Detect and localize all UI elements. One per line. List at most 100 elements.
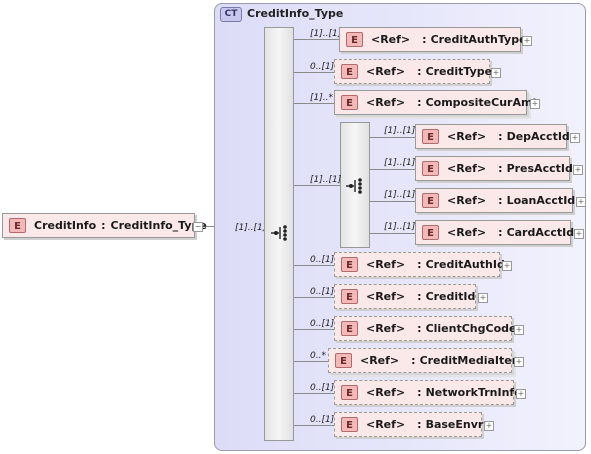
child-cardinality: [1]..*: [310, 93, 333, 103]
ref-label: <Ref>: [366, 65, 406, 78]
ref-label: <Ref>: [366, 258, 406, 271]
element-credit-auth-type[interactable]: E <Ref> : CreditAuthType: [339, 27, 527, 52]
child-cardinality: 0..*: [310, 351, 326, 361]
expand-toggle[interactable]: +: [570, 133, 580, 143]
choice-connector: [370, 169, 415, 170]
element-composite-cur-amt[interactable]: E <Ref> : CompositeCurAmt: [334, 90, 538, 115]
ref-label: <Ref>: [366, 290, 406, 303]
child-cardinality: 0..[1]: [310, 319, 335, 329]
inner-sequence-icon: [346, 178, 362, 194]
colon-separator: :: [417, 290, 422, 303]
expand-toggle[interactable]: +: [574, 229, 584, 239]
expand-toggle[interactable]: +: [573, 165, 583, 175]
element-credit-media-item[interactable]: E <Ref> : CreditMediaItem: [328, 348, 523, 373]
inner-sequence-cardinality: [1]..[1]: [310, 175, 342, 185]
root-element[interactable]: E CreditInfo : CreditInfo_Type: [2, 213, 207, 238]
expand-toggle[interactable]: +: [576, 197, 586, 207]
element-name: ClientChgCode: [425, 322, 517, 335]
colon-separator: :: [422, 33, 427, 46]
element-name: NetworkTrnInfo: [425, 386, 522, 399]
child-connector: [294, 265, 334, 266]
element-badge: E: [9, 218, 26, 233]
element-name: CreditMediaItem: [419, 354, 524, 367]
root-cardinality: [1]..[1]: [235, 223, 267, 233]
complex-type-title: CreditInfo_Type: [247, 7, 344, 20]
colon-separator: :: [411, 354, 416, 367]
child-connector: [294, 297, 334, 298]
choice-cardinality: [1]..[1]: [384, 190, 416, 200]
element-badge: E: [335, 353, 352, 368]
element-badge: E: [422, 129, 439, 144]
child-cardinality: 0..[1]: [310, 62, 335, 72]
element-loan-acct-id[interactable]: E <Ref> : LoanAcctId: [415, 188, 576, 213]
element-dep-acct-id[interactable]: E <Ref> : DepAcctId: [415, 124, 570, 149]
element-badge: E: [422, 161, 439, 176]
ref-label: <Ref>: [366, 96, 406, 109]
ref-label: <Ref>: [360, 354, 400, 367]
element-name: CreditAuthType: [430, 33, 527, 46]
element-badge: E: [341, 321, 358, 336]
element-name: BaseEnvr: [425, 418, 484, 431]
element-credit-type[interactable]: E <Ref> : CreditType: [334, 59, 493, 84]
choice-cardinality: [1]..[1]: [384, 158, 416, 168]
element-name: PresAcctId: [506, 162, 573, 175]
child-connector: [294, 361, 328, 362]
child-cardinality: 0..[1]: [310, 383, 335, 393]
child-cardinality: [1]..[1]: [310, 29, 342, 39]
ref-label: <Ref>: [447, 162, 487, 175]
element-badge: E: [341, 95, 358, 110]
expand-toggle[interactable]: +: [514, 357, 524, 367]
colon-separator: :: [417, 418, 422, 431]
collapse-toggle[interactable]: −: [193, 222, 203, 232]
expand-toggle[interactable]: +: [491, 68, 501, 78]
expand-toggle[interactable]: +: [502, 261, 512, 271]
child-connector: [294, 103, 334, 104]
element-pres-acct-id[interactable]: E <Ref> : PresAcctId: [415, 156, 573, 181]
colon-separator: :: [417, 65, 422, 78]
element-client-chg-code[interactable]: E <Ref> : ClientChgCode: [334, 316, 516, 341]
element-credit-id[interactable]: E <Ref> : CreditId: [334, 284, 476, 309]
ref-label: <Ref>: [366, 418, 406, 431]
root-element-name: CreditInfo: [34, 219, 97, 232]
colon-separator: :: [417, 322, 422, 335]
expand-toggle[interactable]: +: [522, 36, 532, 46]
child-connector: [294, 39, 339, 40]
element-network-trn-info[interactable]: E <Ref> : NetworkTrnInfo: [334, 380, 522, 405]
choice-cardinality: [1]..[1]: [384, 222, 416, 232]
element-badge: E: [422, 225, 439, 240]
colon-separator: :: [417, 258, 422, 271]
element-name: CreditId: [425, 290, 476, 303]
ref-label: <Ref>: [366, 322, 406, 335]
colon-separator: :: [498, 130, 503, 143]
colon-separator: :: [417, 96, 422, 109]
element-credit-auth-id[interactable]: E <Ref> : CreditAuthId: [334, 252, 505, 277]
expand-toggle[interactable]: +: [530, 99, 540, 109]
choice-connector: [370, 233, 415, 234]
element-card-acct-id[interactable]: E <Ref> : CardAcctId: [415, 220, 574, 245]
colon-separator: :: [417, 386, 422, 399]
expand-toggle[interactable]: +: [478, 293, 488, 303]
element-badge: E: [341, 257, 358, 272]
choice-connector: [370, 201, 415, 202]
inner-sequence-connector: [294, 185, 340, 186]
element-name: LoanAcctId: [506, 194, 576, 207]
ref-label: <Ref>: [366, 386, 406, 399]
ref-label: <Ref>: [447, 226, 487, 239]
child-connector: [294, 425, 334, 426]
expand-toggle[interactable]: +: [484, 421, 494, 431]
element-name: CreditType: [425, 65, 493, 78]
child-connector: [294, 329, 334, 330]
ref-label: <Ref>: [371, 33, 411, 46]
child-cardinality: 0..[1]: [310, 287, 335, 297]
expand-toggle[interactable]: +: [516, 389, 526, 399]
root-element-sep: :: [101, 219, 106, 232]
choice-cardinality: [1]..[1]: [384, 126, 416, 136]
element-base-envr[interactable]: E <Ref> : BaseEnvr: [334, 412, 484, 437]
colon-separator: :: [498, 194, 503, 207]
child-cardinality: 0..[1]: [310, 415, 335, 425]
ref-label: <Ref>: [447, 130, 487, 143]
child-cardinality: 0..[1]: [310, 255, 335, 265]
colon-separator: :: [498, 226, 503, 239]
expand-toggle[interactable]: +: [514, 325, 524, 335]
element-name: CreditAuthId: [425, 258, 505, 271]
